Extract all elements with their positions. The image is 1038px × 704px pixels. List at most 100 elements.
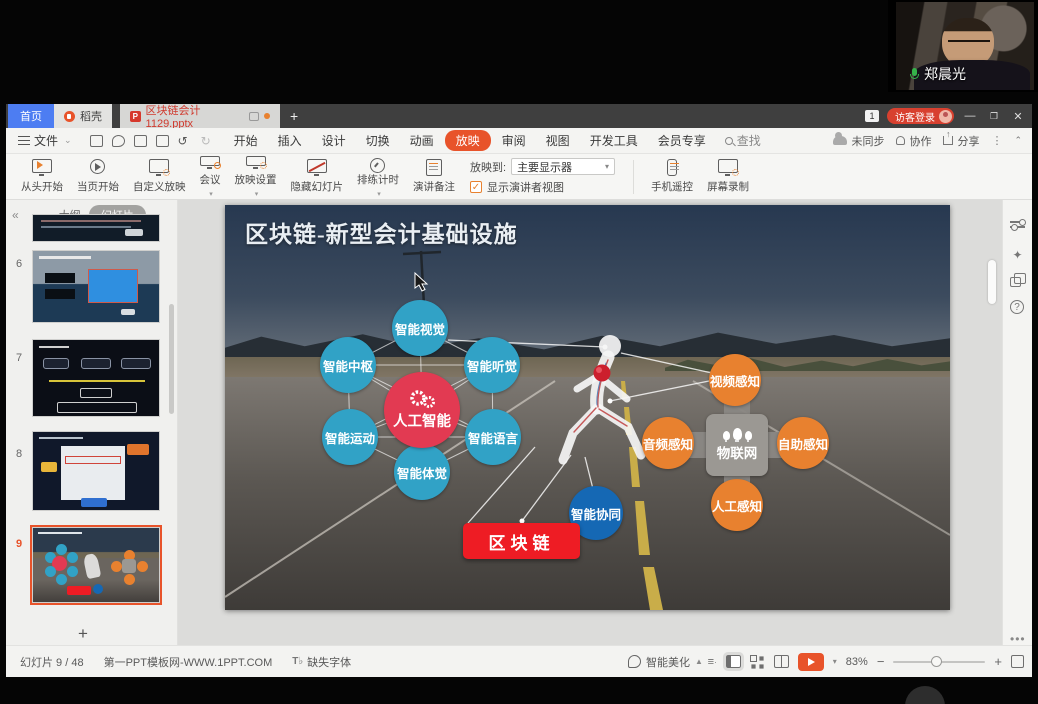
node-video-sense[interactable]: 视频感知 — [709, 354, 761, 406]
comment-bubble-icon[interactable] — [249, 112, 260, 121]
node-human-sense[interactable]: 人工感知 — [711, 479, 763, 531]
from-beginning-button[interactable]: 从头开始 — [14, 156, 70, 198]
missing-font-warning[interactable]: T♭ 缺失字体 — [292, 654, 351, 670]
screen-record-icon — [718, 159, 738, 176]
rehearse-timing-button[interactable]: 排练计时 — [350, 156, 406, 198]
guest-login-button[interactable]: 访客登录 — [887, 108, 954, 124]
zoom-slider[interactable] — [893, 661, 985, 663]
close-button[interactable]: ✕ — [1010, 110, 1026, 123]
save-icon[interactable] — [90, 135, 103, 147]
zoom-slider-knob[interactable] — [931, 656, 942, 667]
fullscreen-icon[interactable] — [1011, 655, 1024, 668]
display-target-select[interactable]: 主要显示器 ▾ — [511, 158, 615, 175]
redo-icon[interactable]: ↻ — [201, 136, 215, 146]
phone-remote-button[interactable]: 手机遥控 — [644, 156, 700, 198]
menu-view[interactable]: 视图 — [537, 130, 579, 151]
menu-slideshow[interactable]: 放映 — [445, 130, 491, 151]
add-slide-button[interactable]: + — [78, 624, 88, 644]
from-current-button[interactable]: 当页开始 — [70, 156, 126, 198]
menu-design[interactable]: 设计 — [313, 130, 355, 151]
collapse-ribbon-icon[interactable]: ⌃ — [1014, 135, 1022, 146]
thumbnail-slide-8[interactable] — [32, 431, 160, 511]
node-audio-sense[interactable]: 音频感知 — [642, 417, 694, 469]
zoom-out-button[interactable]: − — [877, 654, 885, 669]
zoom-level[interactable]: 83% — [846, 656, 868, 668]
node-artificial-intelligence[interactable]: 人工智能 — [384, 372, 460, 448]
ribbon-divider — [633, 160, 634, 194]
menu-devtools[interactable]: 开发工具 — [581, 130, 647, 151]
slide-scrollbar[interactable] — [988, 260, 996, 304]
microphone-icon — [910, 68, 919, 81]
menu-insert[interactable]: 插入 — [269, 130, 311, 151]
export-icon[interactable] — [112, 135, 125, 147]
effects-icon[interactable]: ✦ — [1010, 248, 1025, 263]
node-label: 物联网 — [717, 442, 758, 462]
custom-show-button[interactable]: 自定义放映 — [126, 156, 193, 198]
sidebar-scrollbar[interactable] — [169, 304, 174, 414]
normal-view-button[interactable] — [726, 655, 741, 668]
node-iot-hub[interactable]: 物联网 — [706, 414, 768, 476]
slide-canvas[interactable]: 区块链-新型会计基础设施 智能视觉 智能听觉 智能语言 智能体觉 智能运动 智能… — [225, 205, 950, 610]
tab-document[interactable]: P 区块链会计1129.pptx — [120, 104, 280, 128]
slide-sorter-view-button[interactable] — [750, 655, 765, 668]
notes-toggle-icon[interactable]: ≡· — [708, 656, 717, 668]
tab-docer[interactable]: 稻壳 — [54, 104, 112, 128]
node-smart-language[interactable]: 智能语言 — [465, 409, 521, 465]
play-options-caret-icon[interactable]: ▾ — [833, 657, 837, 666]
meeting-button[interactable]: 会议 — [193, 156, 228, 198]
more-options-icon[interactable]: ⋮ — [991, 134, 1002, 147]
menu-transition[interactable]: 切换 — [357, 130, 399, 151]
restore-button[interactable]: ❐ — [986, 111, 1002, 122]
participant-name: 郑晨光 — [924, 64, 966, 84]
zoom-in-button[interactable]: + — [994, 654, 1002, 669]
sync-status-button[interactable]: 未同步 — [833, 133, 884, 149]
print-icon[interactable] — [134, 135, 147, 147]
help-icon[interactable]: ? — [1010, 300, 1024, 314]
print-preview-icon[interactable] — [156, 135, 169, 147]
show-settings-button[interactable]: 放映设置 — [228, 156, 284, 198]
window-count-badge[interactable]: 1 — [865, 110, 879, 122]
webcam-overlay[interactable]: 郑晨光 — [888, 0, 1038, 92]
slideshow-play-button[interactable] — [798, 653, 824, 671]
slide-title[interactable]: 区块链-新型会计基础设施 — [245, 215, 518, 249]
node-self-sense[interactable]: 自助感知 — [777, 417, 829, 469]
blockchain-banner[interactable]: 区块链 — [463, 523, 580, 559]
tab-home[interactable]: 首页 — [8, 104, 54, 128]
share-button[interactable]: 分享 — [943, 133, 979, 149]
undo-icon[interactable]: ↺ — [178, 136, 192, 146]
hide-slide-label: 隐藏幻灯片 — [291, 179, 344, 194]
hide-slide-icon — [307, 159, 327, 176]
new-tab-button[interactable]: + — [280, 104, 308, 128]
node-smart-hub[interactable]: 智能中枢 — [320, 337, 376, 393]
collaborate-button[interactable]: 协作 — [896, 133, 931, 149]
panel-collapse-icon[interactable]: « — [6, 208, 25, 222]
screen-record-button[interactable]: 屏幕录制 — [700, 156, 756, 198]
thumbnail-slide-6[interactable] — [32, 250, 160, 323]
presenter-view-checkbox[interactable]: ✓ — [470, 181, 482, 193]
minimize-button[interactable]: — — [962, 110, 978, 122]
thumbnail-slide-5-partial[interactable] — [32, 214, 160, 242]
slide-editor-area[interactable]: 区块链-新型会计基础设施 智能视觉 智能听觉 智能语言 智能体觉 智能运动 智能… — [178, 200, 1002, 645]
speaker-notes-button[interactable]: 演讲备注 — [406, 156, 462, 198]
menu-review[interactable]: 审阅 — [493, 130, 535, 151]
menu-start[interactable]: 开始 — [225, 130, 267, 151]
smart-beautify-button[interactable]: 智能美化 ▲ — [628, 654, 703, 670]
presenter-view-checkbox-row[interactable]: ✓ 显示演讲者视图 — [470, 179, 615, 195]
object-properties-icon[interactable] — [1010, 218, 1025, 233]
node-smart-hearing[interactable]: 智能听觉 — [464, 337, 520, 393]
menu-member[interactable]: 会员专享 — [649, 130, 715, 151]
node-smart-vision[interactable]: 智能视觉 — [392, 300, 448, 356]
node-smart-somato[interactable]: 智能体觉 — [394, 444, 450, 500]
menu-bar: 文件 ↺ ↻ 开始 插入 设计 切换 动画 放映 审阅 视图 开发工具 会员专享 — [6, 128, 1032, 154]
search-input[interactable]: 查找 — [725, 132, 761, 149]
selection-pane-icon[interactable] — [1010, 274, 1025, 289]
thumbnail-slide-9[interactable] — [32, 527, 160, 603]
node-smart-motion[interactable]: 智能运动 — [322, 409, 378, 465]
reading-view-button[interactable] — [774, 655, 789, 668]
meeting-float-button[interactable] — [905, 686, 945, 704]
hide-slide-button[interactable]: 隐藏幻灯片 — [284, 156, 351, 198]
file-menu-button[interactable]: 文件 — [6, 132, 80, 149]
thumbnail-number-selected: 9 — [16, 538, 22, 550]
menu-animation[interactable]: 动画 — [401, 130, 443, 151]
thumbnail-slide-7[interactable] — [32, 339, 160, 417]
